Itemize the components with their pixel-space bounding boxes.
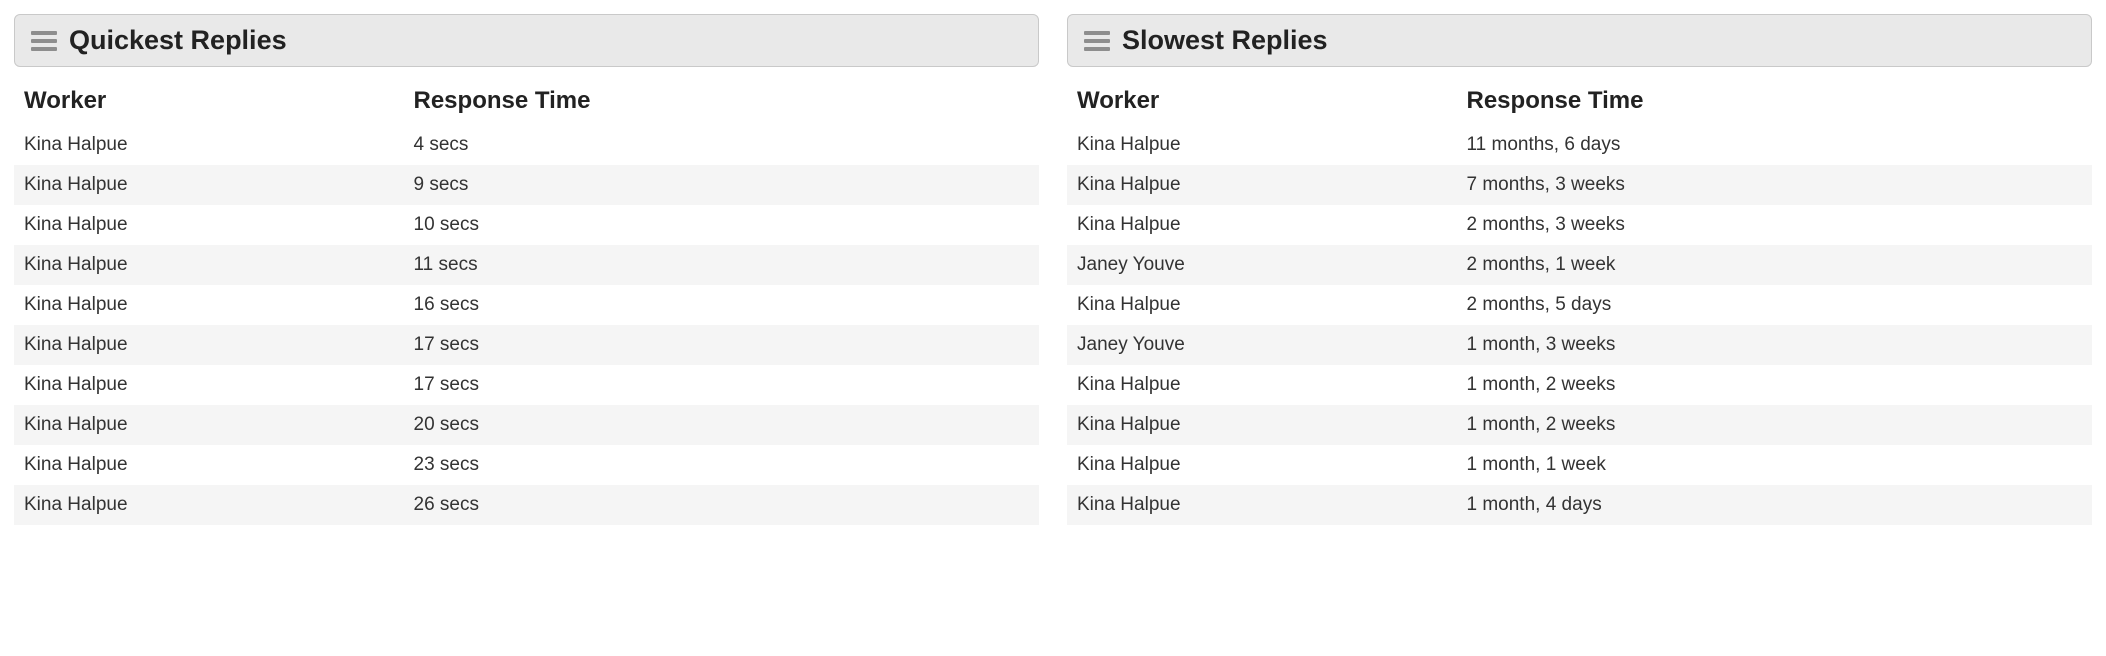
column-header-worker: Worker [1067, 81, 1457, 125]
worker-cell: Janey Youve [1067, 325, 1457, 365]
time-cell: 1 month, 2 weeks [1457, 365, 2093, 405]
time-cell: 20 secs [404, 405, 1040, 445]
worker-cell: Kina Halpue [14, 245, 404, 285]
table-row: Kina Halpue1 month, 4 days [1067, 485, 2092, 525]
table-row: Kina Halpue1 month, 1 week [1067, 445, 2092, 485]
table-row: Kina Halpue17 secs [14, 325, 1039, 365]
column-header-time: Response Time [404, 81, 1040, 125]
worker-cell: Kina Halpue [14, 325, 404, 365]
menu-icon[interactable] [1084, 30, 1110, 52]
worker-cell: Kina Halpue [14, 205, 404, 245]
worker-cell: Kina Halpue [1067, 165, 1457, 205]
time-cell: 17 secs [404, 365, 1040, 405]
time-cell: 11 months, 6 days [1457, 125, 2093, 165]
time-cell: 26 secs [404, 485, 1040, 525]
time-cell: 16 secs [404, 285, 1040, 325]
table-row: Kina Halpue26 secs [14, 485, 1039, 525]
quickest-panel-title: Quickest Replies [69, 25, 287, 56]
time-cell: 23 secs [404, 445, 1040, 485]
worker-cell: Kina Halpue [1067, 485, 1457, 525]
table-row: Kina Halpue16 secs [14, 285, 1039, 325]
worker-cell: Kina Halpue [1067, 445, 1457, 485]
slowest-panel-header: Slowest Replies [1067, 14, 2092, 67]
worker-cell: Kina Halpue [14, 485, 404, 525]
table-row: Kina Halpue2 months, 3 weeks [1067, 205, 2092, 245]
quickest-panel-header: Quickest Replies [14, 14, 1039, 67]
menu-icon[interactable] [31, 30, 57, 52]
table-row: Janey Youve2 months, 1 week [1067, 245, 2092, 285]
table-row: Kina Halpue1 month, 2 weeks [1067, 365, 2092, 405]
time-cell: 17 secs [404, 325, 1040, 365]
time-cell: 10 secs [404, 205, 1040, 245]
time-cell: 2 months, 5 days [1457, 285, 2093, 325]
table-row: Kina Halpue1 month, 2 weeks [1067, 405, 2092, 445]
worker-cell: Kina Halpue [1067, 405, 1457, 445]
table-row: Kina Halpue9 secs [14, 165, 1039, 205]
time-cell: 1 month, 3 weeks [1457, 325, 2093, 365]
time-cell: 1 month, 1 week [1457, 445, 2093, 485]
quickest-replies-panel: Quickest Replies Worker Response Time Ki… [14, 14, 1039, 525]
time-cell: 1 month, 2 weeks [1457, 405, 2093, 445]
worker-cell: Kina Halpue [1067, 125, 1457, 165]
table-row: Kina Halpue4 secs [14, 125, 1039, 165]
time-cell: 4 secs [404, 125, 1040, 165]
table-row: Kina Halpue17 secs [14, 365, 1039, 405]
table-row: Kina Halpue10 secs [14, 205, 1039, 245]
worker-cell: Kina Halpue [1067, 205, 1457, 245]
time-cell: 2 months, 1 week [1457, 245, 2093, 285]
worker-cell: Kina Halpue [14, 365, 404, 405]
time-cell: 11 secs [404, 245, 1040, 285]
time-cell: 1 month, 4 days [1457, 485, 2093, 525]
table-row: Kina Halpue11 secs [14, 245, 1039, 285]
slowest-table: Worker Response Time Kina Halpue11 month… [1067, 81, 2092, 525]
table-row: Janey Youve1 month, 3 weeks [1067, 325, 2092, 365]
worker-cell: Kina Halpue [14, 165, 404, 205]
slowest-replies-panel: Slowest Replies Worker Response Time Kin… [1067, 14, 2092, 525]
table-row: Kina Halpue20 secs [14, 405, 1039, 445]
table-row: Kina Halpue2 months, 5 days [1067, 285, 2092, 325]
table-row: Kina Halpue11 months, 6 days [1067, 125, 2092, 165]
worker-cell: Kina Halpue [14, 445, 404, 485]
quickest-table: Worker Response Time Kina Halpue4 secs K… [14, 81, 1039, 525]
worker-cell: Janey Youve [1067, 245, 1457, 285]
table-row: Kina Halpue7 months, 3 weeks [1067, 165, 2092, 205]
worker-cell: Kina Halpue [14, 125, 404, 165]
worker-cell: Kina Halpue [14, 405, 404, 445]
worker-cell: Kina Halpue [1067, 285, 1457, 325]
column-header-worker: Worker [14, 81, 404, 125]
table-row: Kina Halpue23 secs [14, 445, 1039, 485]
slowest-panel-title: Slowest Replies [1122, 25, 1328, 56]
time-cell: 7 months, 3 weeks [1457, 165, 2093, 205]
time-cell: 2 months, 3 weeks [1457, 205, 2093, 245]
worker-cell: Kina Halpue [1067, 365, 1457, 405]
time-cell: 9 secs [404, 165, 1040, 205]
worker-cell: Kina Halpue [14, 285, 404, 325]
column-header-time: Response Time [1457, 81, 2093, 125]
